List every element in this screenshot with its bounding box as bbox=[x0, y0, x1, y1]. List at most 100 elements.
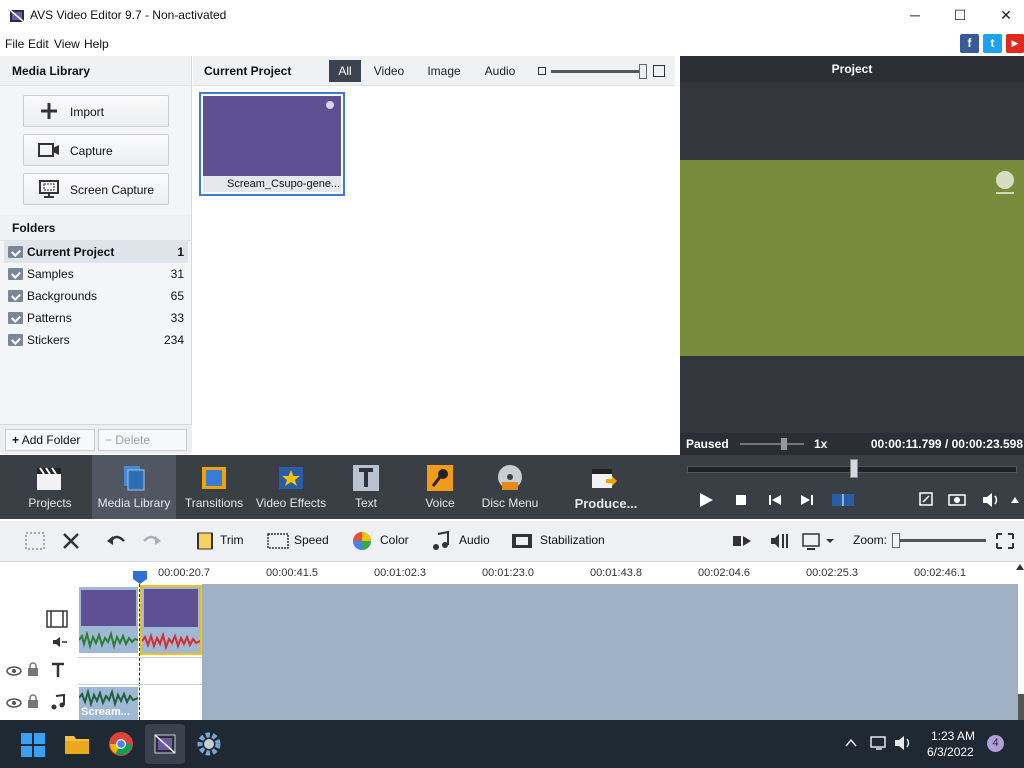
settings-gear-icon[interactable] bbox=[196, 731, 222, 757]
projects-button[interactable]: Projects bbox=[14, 455, 86, 519]
disc-menu-button[interactable]: Disc Menu bbox=[478, 455, 542, 519]
menu-file[interactable]: File bbox=[5, 37, 24, 51]
close-button[interactable]: ✕ bbox=[991, 4, 1021, 26]
youtube-icon[interactable]: ▶ bbox=[1006, 34, 1024, 53]
large-thumbnails-icon[interactable] bbox=[653, 65, 665, 77]
lock-icon[interactable] bbox=[27, 662, 39, 676]
import-button[interactable]: Import bbox=[23, 95, 169, 127]
tab-image[interactable]: Image bbox=[423, 60, 465, 82]
menu-view[interactable]: View bbox=[54, 37, 80, 51]
tab-audio[interactable]: Audio bbox=[480, 60, 520, 82]
music-note-icon[interactable] bbox=[430, 531, 452, 551]
thumbnail-size-handle[interactable] bbox=[639, 64, 647, 79]
select-all-icon[interactable] bbox=[24, 531, 46, 551]
monitor-icon[interactable] bbox=[801, 531, 823, 551]
folder-current-project[interactable]: Current Project 1 bbox=[4, 241, 188, 263]
stabilization-icon[interactable] bbox=[511, 531, 533, 551]
small-thumbnails-icon[interactable] bbox=[538, 67, 546, 75]
stabilization-label[interactable]: Stabilization bbox=[540, 533, 605, 547]
folder-samples[interactable]: Samples 31 bbox=[4, 263, 188, 285]
minimize-button[interactable]: ─ bbox=[900, 4, 930, 26]
thumbnail-size-slider[interactable] bbox=[551, 70, 647, 73]
timeline-ruler[interactable]: 00:00:20.7 00:00:41.5 00:01:02.3 00:01:2… bbox=[78, 562, 1018, 584]
menu-help[interactable]: Help bbox=[84, 37, 109, 51]
video-clip[interactable] bbox=[79, 587, 138, 653]
redo-icon[interactable] bbox=[141, 531, 163, 551]
track-area[interactable]: Scream... bbox=[78, 584, 1024, 720]
color-label[interactable]: Color bbox=[380, 533, 409, 547]
produce-button[interactable]: Produce... bbox=[566, 455, 646, 519]
eye-icon[interactable] bbox=[6, 698, 22, 708]
folder-backgrounds[interactable]: Backgrounds 65 bbox=[4, 285, 188, 307]
media-library-button[interactable]: Media Library bbox=[92, 455, 176, 519]
chevron-up-icon[interactable] bbox=[845, 738, 857, 748]
color-wheel-icon[interactable] bbox=[351, 531, 373, 551]
playhead-marker-icon[interactable] bbox=[133, 571, 147, 584]
seek-handle[interactable] bbox=[850, 459, 858, 478]
speed-label[interactable]: Speed bbox=[294, 533, 329, 547]
media-item-caption: Scream_Csupo-gene... bbox=[203, 176, 341, 192]
folder-stickers[interactable]: Stickers 234 bbox=[4, 329, 188, 351]
eye-icon[interactable] bbox=[6, 666, 22, 676]
fullscreen-icon[interactable] bbox=[919, 492, 933, 506]
split-view-icon[interactable] bbox=[832, 494, 854, 506]
twitter-icon[interactable]: t bbox=[983, 34, 1002, 53]
voice-button[interactable]: Voice bbox=[410, 455, 470, 519]
volume-icon[interactable] bbox=[982, 492, 1000, 508]
snapshot-icon[interactable] bbox=[948, 492, 966, 506]
chevron-down-icon[interactable] bbox=[825, 531, 835, 551]
video-effects-icon bbox=[279, 467, 303, 489]
folders-title: Folders bbox=[0, 215, 191, 241]
audio-label[interactable]: Audio bbox=[459, 533, 490, 547]
media-item-thumbnail[interactable]: Scream_Csupo-gene... bbox=[199, 92, 345, 196]
audio-mixer-icon[interactable] bbox=[769, 531, 791, 551]
screen-capture-button[interactable]: Screen Capture bbox=[23, 173, 169, 205]
tab-all[interactable]: All bbox=[329, 60, 361, 82]
playback-speed[interactable]: 1x bbox=[814, 437, 827, 451]
network-icon[interactable] bbox=[870, 735, 888, 751]
text-button[interactable]: Text bbox=[336, 455, 396, 519]
split-audio-icon[interactable] bbox=[731, 531, 753, 551]
chrome-icon[interactable] bbox=[108, 731, 134, 757]
video-clip-selected[interactable] bbox=[140, 585, 202, 655]
trim-icon[interactable] bbox=[194, 531, 216, 551]
delete-folder-button[interactable]: − Delete Folder bbox=[98, 429, 187, 467]
windows-start-icon[interactable] bbox=[21, 733, 45, 757]
capture-button[interactable]: Capture bbox=[23, 134, 169, 166]
tab-video[interactable]: Video bbox=[369, 60, 409, 82]
video-effects-button[interactable]: Video Effects bbox=[254, 455, 328, 519]
add-folder-button[interactable]: + Add Folder bbox=[5, 429, 95, 451]
delete-icon[interactable] bbox=[60, 531, 82, 551]
folder-patterns[interactable]: Patterns 33 bbox=[4, 307, 188, 329]
trim-label[interactable]: Trim bbox=[220, 533, 244, 547]
fit-timeline-icon[interactable] bbox=[994, 531, 1016, 551]
facebook-icon[interactable]: f bbox=[960, 34, 979, 53]
transitions-button[interactable]: Transitions bbox=[182, 455, 246, 519]
notification-badge[interactable]: 4 bbox=[987, 735, 1004, 752]
menu-edit[interactable]: Edit bbox=[28, 37, 49, 51]
stop-icon[interactable] bbox=[736, 495, 746, 505]
taskbar-date[interactable]: 6/3/2022 bbox=[927, 745, 974, 759]
audio-clip[interactable]: Scream... bbox=[79, 687, 138, 720]
volume-slider-handle[interactable] bbox=[781, 438, 787, 450]
volume-slider[interactable] bbox=[740, 443, 804, 445]
previous-frame-icon[interactable] bbox=[769, 495, 781, 505]
speaker-icon[interactable] bbox=[894, 735, 912, 751]
lock-icon[interactable] bbox=[27, 694, 39, 708]
speed-icon[interactable] bbox=[267, 531, 289, 551]
play-icon[interactable] bbox=[698, 492, 714, 508]
volume-menu-arrow-icon[interactable] bbox=[1011, 497, 1019, 503]
vertical-scrollbar[interactable] bbox=[1018, 694, 1024, 720]
zoom-slider-handle[interactable] bbox=[892, 533, 900, 548]
folder-name: Patterns bbox=[27, 311, 72, 325]
next-frame-icon[interactable] bbox=[801, 495, 813, 505]
taskbar-time[interactable]: 1:23 AM bbox=[931, 729, 975, 743]
mute-icon[interactable] bbox=[52, 636, 68, 648]
maximize-button[interactable]: ☐ bbox=[945, 4, 975, 26]
folder-icon bbox=[8, 246, 23, 258]
zoom-slider[interactable] bbox=[892, 539, 986, 542]
avs-video-editor-icon[interactable] bbox=[153, 732, 177, 756]
scroll-up-arrow-icon[interactable] bbox=[1016, 564, 1024, 570]
file-explorer-icon[interactable] bbox=[64, 732, 90, 756]
undo-icon[interactable] bbox=[105, 531, 127, 551]
